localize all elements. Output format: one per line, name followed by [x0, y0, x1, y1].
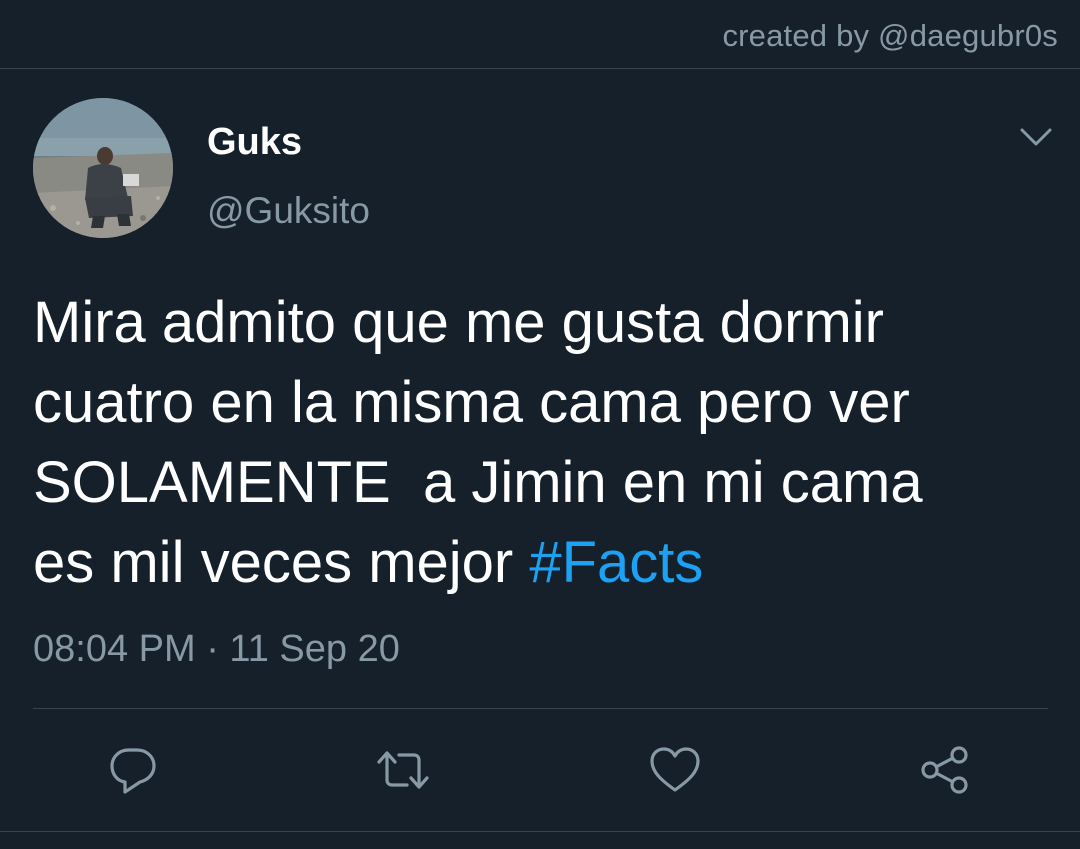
top-bar: created by @daegubr0s [0, 0, 1080, 69]
avatar-photo [33, 98, 173, 238]
retweet-icon [377, 751, 429, 789]
tweet-text: Mira admito que me gusta dormir cuatro e… [33, 283, 1048, 603]
chevron-down-icon[interactable] [1018, 124, 1054, 150]
display-name[interactable]: Guks [207, 121, 302, 164]
bottom-divider [0, 831, 1080, 832]
reply-button[interactable] [105, 742, 161, 798]
tweet-body: Mira admito que me gusta dormir cuatro e… [33, 290, 923, 595]
tweet-timestamp[interactable]: 08:04 PM · 11 Sep 20 [33, 628, 400, 671]
reply-icon [110, 748, 156, 794]
like-icon [650, 747, 700, 792]
user-handle[interactable]: @Guksito [207, 190, 370, 232]
share-icon [921, 746, 968, 794]
retweet-button[interactable] [375, 742, 431, 798]
hashtag-link[interactable]: #Facts [529, 530, 703, 595]
share-button[interactable] [917, 742, 973, 798]
divider [33, 708, 1048, 709]
credit-label: created by @daegubr0s [722, 18, 1058, 53]
like-button[interactable] [647, 742, 703, 798]
avatar[interactable] [33, 98, 173, 238]
